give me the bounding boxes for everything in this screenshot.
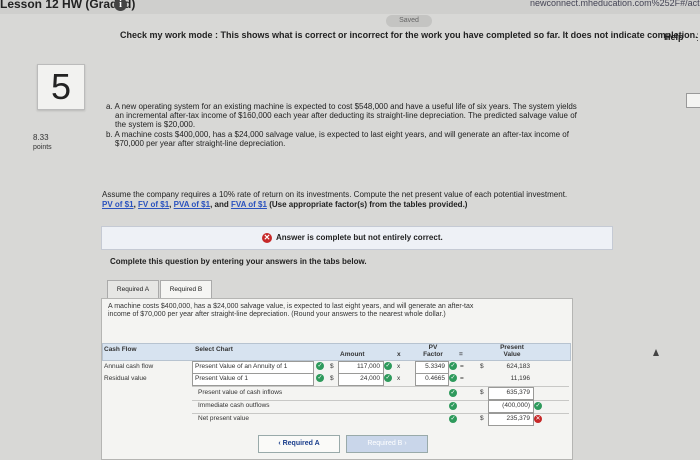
prev-required-a-button[interactable]: ‹ Required A	[258, 435, 340, 453]
tab-required-a[interactable]: Required A	[107, 280, 159, 300]
header-select-chart: Select Chart	[195, 346, 233, 353]
url-text: newconnect.mheducation.com%252F#/activit…	[530, 0, 700, 8]
summary-pv-inflows-check-icon: ✓	[449, 389, 457, 397]
summary-pv-inflows-input[interactable]: 635,379	[488, 387, 534, 400]
mouse-cursor-icon	[653, 349, 659, 356]
next-button-label: Required B	[367, 440, 403, 447]
row2-amount-check-icon: ✓	[384, 374, 392, 382]
row2-amount-input[interactable]: 24,000	[338, 373, 384, 386]
question-number: 5	[50, 66, 72, 107]
row2-equals: =	[460, 375, 464, 382]
row1-dollar: $	[330, 363, 334, 370]
row1-present-value: 624,183	[506, 363, 531, 370]
links-note: (Use appropriate factor(s) from the tabl…	[269, 199, 468, 209]
row1-cash-flow: Annual cash flow	[104, 363, 154, 370]
summary-npv-incorrect-icon: ✕	[534, 415, 542, 423]
part-a-line3: the system is $20,000.	[115, 120, 196, 129]
row2-chart-check-icon: ✓	[316, 374, 324, 382]
summary-outflows-check-icon: ✓	[449, 402, 457, 410]
factor-links-line: PV of $1, FV of $1, PVA of $1, and FVA o…	[102, 199, 468, 209]
row2-cash-flow: Residual value	[104, 375, 147, 382]
header-times: x	[397, 351, 401, 358]
row2-dollar: $	[330, 375, 334, 382]
header-present-value: Present Value	[500, 344, 524, 358]
panel-text-line2: income of $70,000 per year after straigh…	[108, 311, 446, 318]
assume-text: Assume the company requires a 10% rate o…	[102, 190, 662, 209]
summary-npv-input[interactable]: 235,379	[488, 413, 534, 426]
panel-text-line1: A machine costs $400,000, has a $24,000 …	[108, 303, 474, 310]
row1-amount-check-icon: ✓	[384, 362, 392, 370]
chevron-right-icon: ›	[404, 440, 407, 447]
assume-line: Assume the company requires a 10% rate o…	[102, 190, 568, 199]
summary-npv-dollar: $	[480, 415, 484, 422]
summary-pv-inflows-dollar: $	[480, 389, 484, 396]
row1-chart-check-icon: ✓	[316, 362, 324, 370]
row2-chart-value: Present Value of 1	[195, 375, 248, 382]
summary-outflows-label: Immediate cash outflows	[198, 402, 270, 409]
part-b-line2: $70,000 per year after straight-line dep…	[115, 139, 286, 148]
panel-description: A machine costs $400,000, has a $24,000 …	[108, 303, 578, 319]
row2-factor-check-icon: ✓	[449, 374, 457, 382]
fv-of-1-link[interactable]: FV of $1	[138, 200, 169, 209]
row2-times: x	[397, 375, 401, 382]
row2-factor-value: 0.4665	[425, 375, 445, 382]
instructions: Complete this question by entering your …	[110, 257, 367, 266]
header-equals: =	[459, 351, 463, 358]
summary-outflows-input[interactable]: (400,000)	[488, 400, 534, 413]
next-required-b-button[interactable]: Required B ›	[346, 435, 428, 453]
row1-chart-value: Present Value of an Annuity of 1	[195, 363, 288, 370]
row2-chart-select[interactable]: Present Value of 1	[192, 373, 314, 386]
answer-status-banner: ✕ Answer is complete but not entirely co…	[101, 226, 613, 250]
pva-of-1-link[interactable]: PVA of $1	[174, 200, 210, 209]
summary-outflows-result-check-icon: ✓	[534, 402, 542, 410]
tab-required-b[interactable]: Required B	[160, 280, 212, 300]
row2-amount-value: 24,000	[360, 375, 380, 382]
summary-npv-label-check-icon: ✓	[449, 415, 457, 423]
row2-present-value: 11,196	[510, 375, 530, 382]
summary-pv-inflows-label: Present value of cash inflows	[198, 389, 283, 396]
row1-factor-value: 5.3349	[425, 363, 445, 370]
question-number-box: 5	[37, 64, 85, 110]
summary-npv-label: Net present value	[198, 415, 249, 422]
fva-of-1-link[interactable]: FVA of $1	[231, 200, 267, 209]
check-mode-notice: Check my work mode : This shows what is …	[120, 30, 698, 40]
points-value: 8.33	[33, 133, 49, 142]
summary-outflows-value: (400,000)	[502, 402, 530, 409]
row1-amount-value: 117,000	[356, 363, 380, 370]
header-pv-factor: PV Factor	[423, 344, 443, 358]
row1-equals: =	[460, 363, 464, 370]
prev-button-label: Required A	[282, 440, 320, 447]
row1-times: x	[397, 363, 401, 370]
incorrect-icon: ✕	[262, 233, 272, 243]
pv-of-1-link[interactable]: PV of $1	[102, 200, 134, 209]
points-label: points	[33, 144, 52, 151]
side-panel-button[interactable]	[686, 93, 700, 108]
summary-pv-inflows-value: 635,379	[506, 389, 531, 396]
header-cash-flow: Cash Flow	[104, 346, 137, 353]
header-amount: Amount	[340, 351, 365, 358]
row1-factor-check-icon: ✓	[449, 362, 457, 370]
banner-text: Answer is complete but not entirely corr…	[276, 233, 443, 242]
saved-status: Saved	[386, 15, 432, 27]
chevron-left-icon: ‹	[278, 440, 281, 447]
summary-npv-value: 235,379	[506, 415, 531, 422]
row1-dollar2: $	[480, 363, 484, 370]
row2-factor-input[interactable]: 0.4665	[415, 373, 449, 386]
